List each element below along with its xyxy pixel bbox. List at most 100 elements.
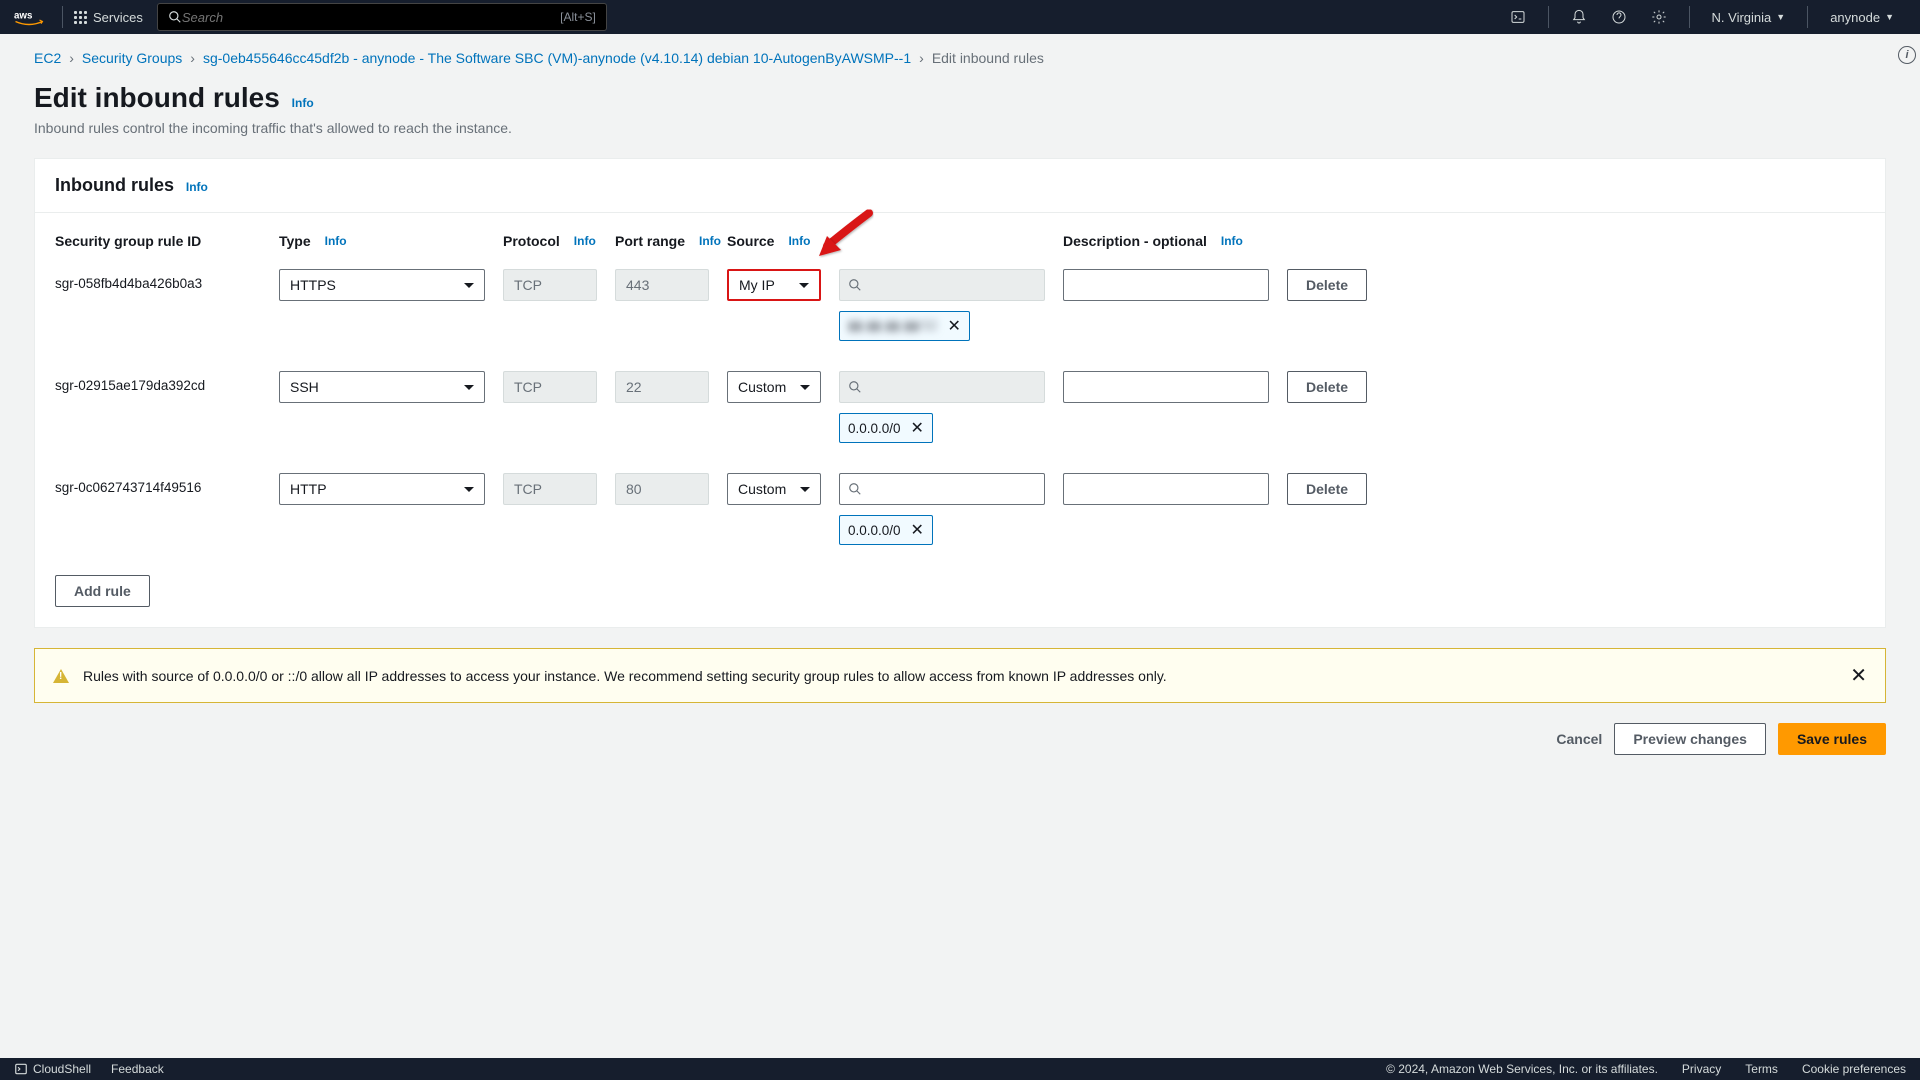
add-rule-button[interactable]: Add rule bbox=[55, 575, 150, 607]
info-link[interactable]: Info bbox=[574, 234, 596, 248]
description-input[interactable] bbox=[1063, 269, 1269, 301]
delete-rule-button[interactable]: Delete bbox=[1287, 473, 1367, 505]
info-panel-toggle[interactable]: i bbox=[1898, 46, 1916, 64]
inbound-rules-panel: Inbound rules Info Security group rule I… bbox=[34, 158, 1886, 628]
nav-divider bbox=[1548, 6, 1549, 28]
breadcrumb-link[interactable]: Security Groups bbox=[82, 50, 182, 66]
aws-logo[interactable]: aws bbox=[14, 8, 44, 26]
cloudshell-link[interactable]: CloudShell bbox=[14, 1062, 91, 1076]
info-link[interactable]: Info bbox=[325, 234, 347, 248]
caret-down-icon bbox=[464, 487, 474, 492]
search-shortcut: [Alt+S] bbox=[560, 10, 596, 24]
breadcrumb-link[interactable]: sg-0eb455646cc45df2b - anynode - The Sof… bbox=[203, 50, 911, 66]
source-chip: 0.0.0.0/0✕ bbox=[839, 515, 933, 545]
page-header: Edit inbound rules Info Inbound rules co… bbox=[34, 82, 1886, 136]
region-selector[interactable]: N. Virginia▼ bbox=[1700, 0, 1798, 34]
rule-id: sgr-02915ae179da392cd bbox=[55, 371, 279, 393]
source-type-select[interactable]: Custom bbox=[727, 371, 821, 403]
breadcrumb-current: Edit inbound rules bbox=[932, 50, 1044, 66]
services-button[interactable]: Services bbox=[73, 10, 143, 25]
remove-chip-icon[interactable]: ✕ bbox=[947, 316, 960, 336]
search-input[interactable] bbox=[182, 10, 560, 25]
source-type-select[interactable]: My IP bbox=[727, 269, 821, 301]
close-icon[interactable]: ✕ bbox=[1850, 663, 1867, 688]
rule-id: sgr-0c062743714f49516 bbox=[55, 473, 279, 495]
info-link[interactable]: Info bbox=[1221, 234, 1243, 248]
protocol-input bbox=[503, 371, 597, 403]
col-protocol: ProtocolInfo bbox=[503, 233, 615, 249]
terms-link[interactable]: Terms bbox=[1745, 1062, 1778, 1076]
description-input[interactable] bbox=[1063, 371, 1269, 403]
bottom-bar: CloudShell Feedback © 2024, Amazon Web S… bbox=[0, 1058, 1920, 1080]
nav-divider bbox=[62, 6, 63, 28]
chevron-right-icon: › bbox=[69, 50, 74, 66]
info-link[interactable]: Info bbox=[292, 96, 314, 110]
source-type-select[interactable]: Custom bbox=[727, 473, 821, 505]
chevron-right-icon: › bbox=[919, 50, 924, 66]
remove-chip-icon[interactable]: ✕ bbox=[911, 418, 924, 438]
nav-divider bbox=[1807, 6, 1808, 28]
port-input bbox=[615, 269, 709, 301]
col-source: SourceInfo bbox=[727, 233, 839, 249]
warning-icon bbox=[53, 669, 69, 683]
delete-rule-button[interactable]: Delete bbox=[1287, 269, 1367, 301]
cloudshell-icon-button[interactable] bbox=[1498, 0, 1538, 34]
info-link[interactable]: Info bbox=[186, 180, 208, 194]
nav-divider bbox=[1689, 6, 1690, 28]
type-select[interactable]: HTTP bbox=[279, 473, 485, 505]
delete-rule-button[interactable]: Delete bbox=[1287, 371, 1367, 403]
global-search[interactable]: [Alt+S] bbox=[157, 3, 607, 31]
save-rules-button[interactable]: Save rules bbox=[1778, 723, 1886, 755]
panel-header: Inbound rules Info bbox=[35, 159, 1885, 213]
source-search bbox=[839, 269, 1045, 301]
rule-column-headers: Security group rule ID TypeInfo Protocol… bbox=[55, 233, 1865, 249]
chevron-right-icon: › bbox=[190, 50, 195, 66]
port-input bbox=[615, 371, 709, 403]
breadcrumb: EC2 › Security Groups › sg-0eb455646cc45… bbox=[34, 50, 1886, 66]
privacy-link[interactable]: Privacy bbox=[1682, 1062, 1721, 1076]
source-search[interactable] bbox=[839, 473, 1045, 505]
caret-down-icon bbox=[800, 385, 810, 390]
notifications-icon-button[interactable] bbox=[1559, 0, 1599, 34]
rule-id: sgr-058fb4d4ba426b0a3 bbox=[55, 269, 279, 291]
caret-down-icon bbox=[799, 283, 809, 288]
caret-down-icon bbox=[800, 487, 810, 492]
svg-text:aws: aws bbox=[14, 11, 33, 22]
protocol-input bbox=[503, 473, 597, 505]
search-icon bbox=[168, 10, 182, 24]
type-select[interactable]: HTTPS bbox=[279, 269, 485, 301]
protocol-input bbox=[503, 269, 597, 301]
remove-chip-icon[interactable]: ✕ bbox=[911, 520, 924, 540]
caret-down-icon bbox=[464, 283, 474, 288]
feedback-link[interactable]: Feedback bbox=[111, 1062, 164, 1076]
warning-banner: Rules with source of 0.0.0.0/0 or ::/0 a… bbox=[34, 648, 1886, 703]
source-chip: ▮▮.▮▮.▮▮.▮▮/32✕ bbox=[839, 311, 970, 341]
col-description: Description - optionalInfo bbox=[1063, 233, 1287, 249]
source-search bbox=[839, 371, 1045, 403]
cookie-link[interactable]: Cookie preferences bbox=[1802, 1062, 1906, 1076]
caret-down-icon bbox=[464, 385, 474, 390]
cancel-button[interactable]: Cancel bbox=[1556, 731, 1602, 747]
panel-title: Inbound rules bbox=[55, 175, 174, 195]
description-input[interactable] bbox=[1063, 473, 1269, 505]
source-chip: 0.0.0.0/0✕ bbox=[839, 413, 933, 443]
col-type: TypeInfo bbox=[279, 233, 503, 249]
form-actions: Cancel Preview changes Save rules bbox=[34, 723, 1886, 785]
rule-row: sgr-02915ae179da392cdSSH Custom 0.0.0.0/0✕… bbox=[55, 371, 1865, 443]
main-content: EC2 › Security Groups › sg-0eb455646cc45… bbox=[0, 34, 1920, 1058]
rule-row: sgr-0c062743714f49516HTTP Custom 0.0.0.0/0… bbox=[55, 473, 1865, 545]
help-icon-button[interactable] bbox=[1599, 0, 1639, 34]
info-link[interactable]: Info bbox=[699, 234, 721, 248]
type-select[interactable]: SSH bbox=[279, 371, 485, 403]
preview-changes-button[interactable]: Preview changes bbox=[1614, 723, 1766, 755]
breadcrumb-link[interactable]: EC2 bbox=[34, 50, 61, 66]
rule-row: sgr-058fb4d4ba426b0a3HTTPS My IP ▮▮.▮▮.▮▮.… bbox=[55, 269, 1865, 341]
col-id: Security group rule ID bbox=[55, 233, 279, 249]
services-grid-icon bbox=[73, 10, 87, 24]
settings-icon-button[interactable] bbox=[1639, 0, 1679, 34]
top-nav: aws Services [Alt+S] N. Virginia▼ anynod… bbox=[0, 0, 1920, 34]
info-link[interactable]: Info bbox=[788, 234, 810, 248]
port-input bbox=[615, 473, 709, 505]
account-selector[interactable]: anynode▼ bbox=[1818, 0, 1906, 34]
copyright: © 2024, Amazon Web Services, Inc. or its… bbox=[1386, 1062, 1658, 1076]
